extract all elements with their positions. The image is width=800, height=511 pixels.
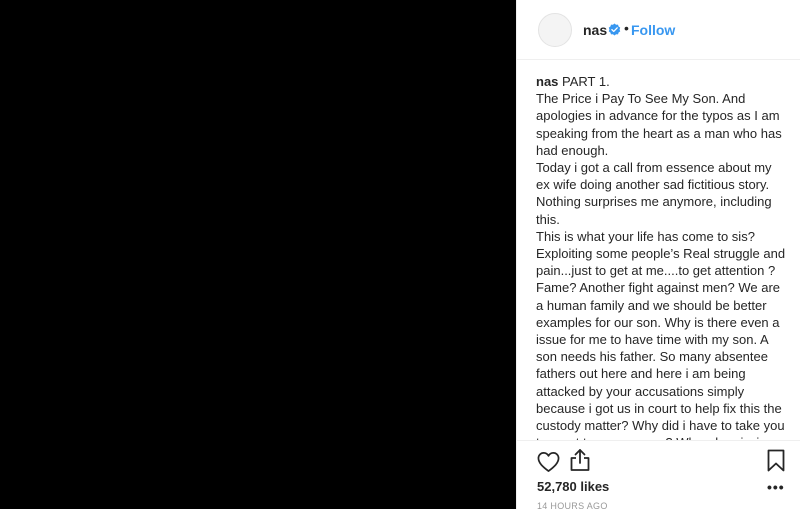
post-timestamp[interactable]: 14 HOURS AGO (537, 501, 608, 511)
avatar[interactable] (538, 13, 572, 47)
header-username[interactable]: nas (583, 22, 607, 38)
post-media[interactable] (0, 0, 516, 509)
more-options-button[interactable]: ••• (767, 479, 785, 495)
post-header: nas • Follow (517, 0, 800, 60)
follow-button[interactable]: Follow (631, 22, 675, 38)
header-separator: • (624, 20, 629, 36)
likes-count[interactable]: 52,780 likes (537, 479, 609, 494)
caption-username[interactable]: nas (536, 74, 558, 89)
post-caption: nas PART 1. The Price i Pay To See My So… (536, 73, 788, 440)
heart-icon[interactable] (537, 451, 560, 473)
caption-scroll-area[interactable]: nas PART 1. The Price i Pay To See My So… (517, 60, 800, 440)
bookmark-icon[interactable] (767, 449, 785, 472)
share-icon[interactable] (569, 448, 591, 472)
caption-text: PART 1. The Price i Pay To See My Son. A… (536, 74, 786, 440)
post-actions: 52,780 likes ••• 14 HOURS AGO (517, 440, 800, 511)
post-side-panel: nas • Follow nas PART 1. The Price i Pay… (516, 0, 800, 511)
verified-badge-icon (608, 23, 621, 36)
